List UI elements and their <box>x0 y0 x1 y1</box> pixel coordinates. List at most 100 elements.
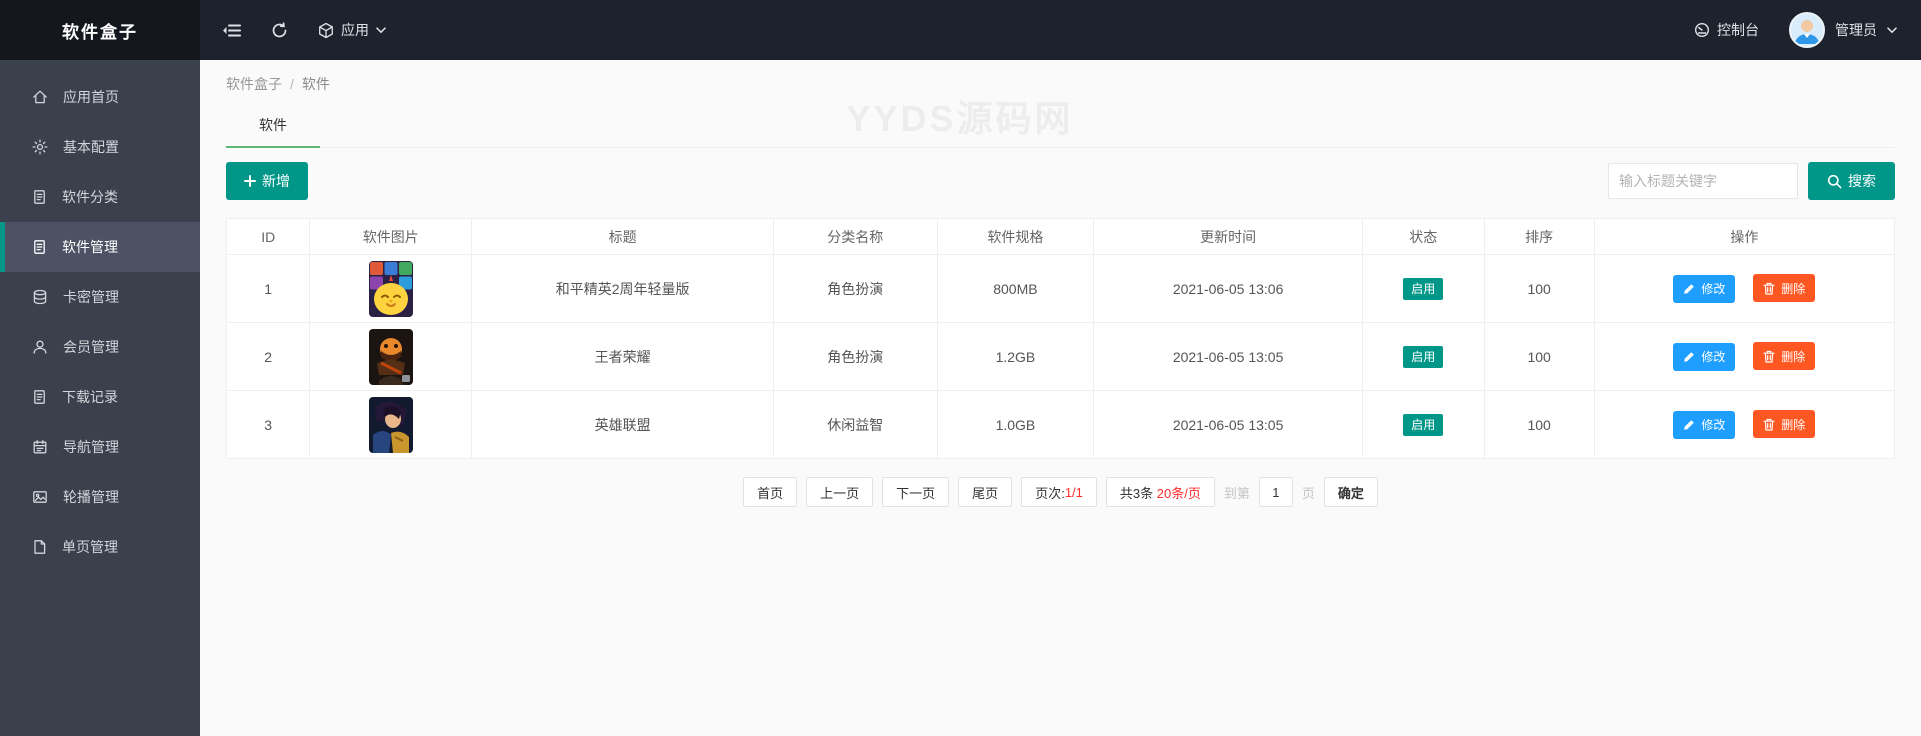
sidebar-item-导航管理[interactable]: 导航管理 <box>0 422 200 472</box>
cell-size: 1.0GB <box>937 391 1094 459</box>
delete-button-label: 删除 <box>1781 348 1805 365</box>
breadcrumb: 软件盒子/软件 <box>226 60 1895 94</box>
edit-button[interactable]: 修改 <box>1673 343 1735 371</box>
goto-page-input[interactable] <box>1259 477 1293 507</box>
cell-actions: 修改 删除 <box>1594 391 1894 459</box>
sidebar-item-label: 应用首页 <box>63 87 119 107</box>
database-icon <box>32 289 48 305</box>
doc-icon <box>32 239 47 255</box>
plus-icon <box>244 175 256 187</box>
app-logo-text: 软件盒子 <box>62 18 138 43</box>
sidebar-item-label: 基本配置 <box>63 137 119 157</box>
edit-button[interactable]: 修改 <box>1673 275 1735 303</box>
trash-icon <box>1763 350 1775 363</box>
column-header: 排序 <box>1484 219 1594 255</box>
sidebar-item-软件分类[interactable]: 软件分类 <box>0 172 200 222</box>
sidebar-item-基本配置[interactable]: 基本配置 <box>0 122 200 172</box>
pencil-icon <box>1683 351 1695 363</box>
delete-button[interactable]: 删除 <box>1753 342 1815 370</box>
goto-suffix-label: 页 <box>1302 483 1315 502</box>
admin-page: 软件盒子 应用 控制台 管理员 应用首页 <box>0 0 1921 736</box>
sidebar-item-label: 导航管理 <box>63 437 119 457</box>
topbar: 应用 控制台 管理员 <box>200 0 1921 60</box>
user-menu[interactable]: 管理员 <box>1789 12 1897 48</box>
add-button[interactable]: 新增 <box>226 162 308 200</box>
cell-title: 英雄联盟 <box>472 391 774 459</box>
pagination: 首页 上一页 下一页 尾页 页次:1/1 共3条 20条/页 到第 页 确定 <box>226 477 1895 507</box>
cell-category: 角色扮演 <box>774 255 937 323</box>
page-prev-button[interactable]: 上一页 <box>806 477 873 507</box>
delete-button[interactable]: 删除 <box>1753 274 1815 302</box>
goto-confirm-button[interactable]: 确定 <box>1324 477 1378 507</box>
software-thumbnail <box>369 329 413 385</box>
sidebar-item-轮播管理[interactable]: 轮播管理 <box>0 472 200 522</box>
app-menu-label: 应用 <box>341 20 369 40</box>
sidebar-item-软件管理[interactable]: 软件管理 <box>0 222 200 272</box>
cell-status: 启用 <box>1362 255 1484 323</box>
add-button-label: 新增 <box>262 171 290 191</box>
edit-button-label: 修改 <box>1701 280 1725 297</box>
doc-icon <box>32 389 47 405</box>
search-button[interactable]: 搜索 <box>1808 162 1895 200</box>
per-page-label: 20条/页 <box>1157 483 1201 502</box>
sidebar-item-label: 下载记录 <box>62 387 118 407</box>
gauge-icon <box>1694 22 1710 38</box>
sidebar-item-下载记录[interactable]: 下载记录 <box>0 372 200 422</box>
chevron-down-icon <box>1887 27 1897 34</box>
sidebar-item-应用首页[interactable]: 应用首页 <box>0 72 200 122</box>
page-info-label: 页次: <box>1035 483 1065 502</box>
chevron-down-icon <box>376 27 386 34</box>
sidebar-item-单页管理[interactable]: 单页管理 <box>0 522 200 572</box>
table-row: 2 王者荣耀 角色扮演 1.2GB 2021-06-05 13:05 启用 10… <box>227 323 1895 391</box>
gear-icon <box>32 139 48 155</box>
table-row: 3 英雄联盟 休闲益智 1.0GB 2021-06-05 13:05 启用 10… <box>227 391 1895 459</box>
delete-button-label: 删除 <box>1781 416 1805 433</box>
edit-button-label: 修改 <box>1701 348 1725 365</box>
breadcrumb-current: 软件 <box>302 76 330 92</box>
user-label: 管理员 <box>1835 20 1877 40</box>
sidebar-item-label: 软件分类 <box>62 187 118 207</box>
column-header: 更新时间 <box>1094 219 1363 255</box>
sidebar-item-会员管理[interactable]: 会员管理 <box>0 322 200 372</box>
image-icon <box>32 489 48 505</box>
cell-title: 和平精英2周年轻量版 <box>472 255 774 323</box>
sidebar: 应用首页 基本配置 软件分类 软件管理 卡密管理 会员管理 下载记录 导航管理 … <box>0 60 200 736</box>
cell-status: 启用 <box>1362 391 1484 459</box>
cell-id: 1 <box>227 255 310 323</box>
status-badge: 启用 <box>1403 346 1443 368</box>
cell-sort: 100 <box>1484 255 1594 323</box>
edit-button[interactable]: 修改 <box>1673 411 1735 439</box>
cell-size: 800MB <box>937 255 1094 323</box>
sidebar-item-卡密管理[interactable]: 卡密管理 <box>0 272 200 322</box>
delete-button[interactable]: 删除 <box>1753 410 1815 438</box>
sidebar-item-label: 卡密管理 <box>63 287 119 307</box>
cell-updated-time: 2021-06-05 13:06 <box>1094 255 1363 323</box>
file-icon <box>32 539 47 555</box>
console-link[interactable]: 控制台 <box>1694 20 1759 40</box>
cell-image <box>310 323 472 391</box>
sidebar-item-label: 会员管理 <box>63 337 119 357</box>
cell-actions: 修改 删除 <box>1594 323 1894 391</box>
refresh-icon[interactable] <box>271 22 288 39</box>
column-header: 操作 <box>1594 219 1894 255</box>
column-header: 分类名称 <box>774 219 937 255</box>
sidebar-item-label: 软件管理 <box>62 237 118 257</box>
cell-actions: 修改 删除 <box>1594 255 1894 323</box>
edit-button-label: 修改 <box>1701 416 1725 433</box>
search-input[interactable] <box>1608 163 1798 199</box>
cell-image <box>310 391 472 459</box>
page-info-value: 1/1 <box>1065 485 1083 500</box>
app-menu[interactable]: 应用 <box>318 20 386 40</box>
cell-id: 2 <box>227 323 310 391</box>
fold-sidebar-icon[interactable] <box>222 23 241 38</box>
cell-category: 角色扮演 <box>774 323 937 391</box>
breadcrumb-root[interactable]: 软件盒子 <box>226 76 282 92</box>
page-first-button[interactable]: 首页 <box>743 477 797 507</box>
software-table: ID软件图片标题分类名称软件规格更新时间状态排序操作 1 和平精英2周年轻量版 … <box>226 218 1895 459</box>
home-icon <box>32 89 48 105</box>
page-last-button[interactable]: 尾页 <box>958 477 1012 507</box>
tab-software[interactable]: 软件 <box>226 104 320 148</box>
page-info: 页次:1/1 <box>1021 477 1097 507</box>
table-row: 1 和平精英2周年轻量版 角色扮演 800MB 2021-06-05 13:06… <box>227 255 1895 323</box>
page-next-button[interactable]: 下一页 <box>882 477 949 507</box>
